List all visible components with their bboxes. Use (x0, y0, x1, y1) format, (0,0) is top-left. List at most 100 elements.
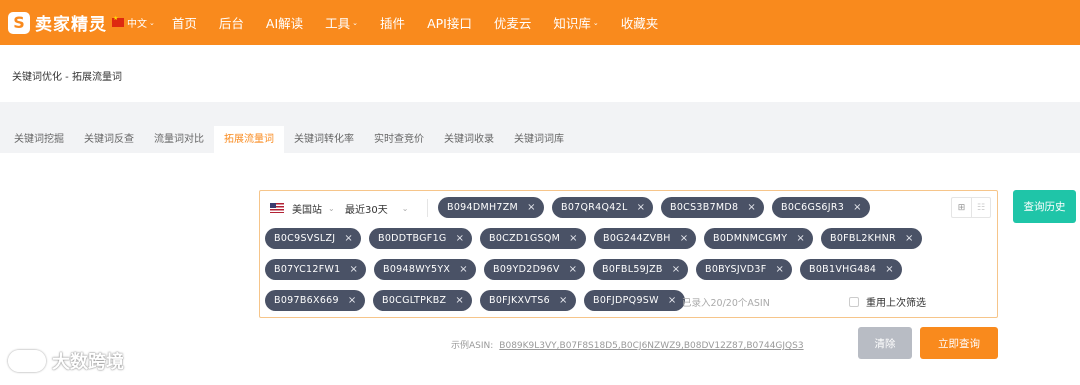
close-icon[interactable]: × (527, 202, 536, 213)
nav-item-ai[interactable]: AI解读 (266, 13, 303, 32)
asin-tag-label: B0B1VHG484 (809, 264, 877, 275)
close-icon[interactable]: × (680, 233, 689, 244)
close-icon[interactable]: × (637, 202, 646, 213)
marketplace-select[interactable]: 美国站 ⌄ (270, 201, 345, 216)
nav-item-dashboard[interactable]: 后台 (219, 13, 244, 32)
asin-tag-label: B0CZD1GSQM (489, 233, 561, 244)
asin-tag[interactable]: B09YD2D96V × (484, 259, 586, 280)
breadcrumb: 关键词优化 - 拓展流量词 (12, 72, 122, 83)
close-icon[interactable]: × (559, 295, 568, 306)
chevron-down-icon: ⌄ (592, 18, 599, 27)
asin-tag-label: B0FJKXVTS6 (489, 295, 550, 306)
language-selector[interactable]: 中文 ⌄ (112, 15, 155, 30)
asin-tag-label: B0BYSJVD3F (705, 264, 767, 275)
query-history-button[interactable]: 查询历史 (1013, 190, 1076, 223)
asin-tag[interactable]: B0BYSJVD3F × (696, 259, 793, 280)
close-icon[interactable]: × (905, 233, 914, 244)
brand-name: 卖家精灵 (35, 15, 107, 35)
asin-tag[interactable]: B0FJDPQ9SW × (584, 290, 685, 311)
date-range-select[interactable]: 最近30天 ⌄ (345, 201, 427, 216)
close-icon[interactable]: × (776, 264, 785, 275)
asin-tag[interactable]: B0C6GS6JR3 × (772, 197, 870, 218)
tab-reverse-lookup[interactable]: 关键词反查 (74, 126, 144, 153)
close-icon[interactable]: × (459, 264, 468, 275)
asin-tag-label: B0FBL2KHNR (830, 233, 896, 244)
close-icon[interactable]: × (350, 264, 359, 275)
asin-tag-label: B07QR4Q42L (561, 202, 628, 213)
list-view-icon[interactable]: ☷ (971, 198, 990, 217)
asin-tag[interactable]: B0CGLTPKBZ × (373, 290, 473, 311)
watermark: 大数跨境 (8, 348, 124, 374)
close-icon[interactable]: × (456, 233, 465, 244)
nav-item-home[interactable]: 首页 (172, 13, 197, 32)
close-icon[interactable]: × (796, 233, 805, 244)
asin-tag[interactable]: B0FBL2KHNR × (821, 228, 922, 249)
asin-tag[interactable]: B07QR4Q42L × (552, 197, 654, 218)
nav-item-api[interactable]: API接口 (427, 13, 472, 32)
nav-item-tools[interactable]: 工具 ⌄ (325, 13, 358, 32)
tab-keyword-mining[interactable]: 关键词挖掘 (0, 126, 74, 153)
tab-traffic-compare[interactable]: 流量词对比 (144, 126, 214, 153)
nav-item-youmaiyun[interactable]: 优麦云 (494, 13, 532, 32)
tab-expand-traffic[interactable]: 拓展流量词 (214, 126, 284, 153)
asin-tag[interactable]: B0CZD1GSQM × (480, 228, 586, 249)
close-icon[interactable]: × (569, 264, 578, 275)
close-icon[interactable]: × (885, 264, 894, 275)
asin-tag-label: B09YD2D96V (493, 264, 560, 275)
tab-realtime-bid[interactable]: 实时查竞价 (364, 126, 434, 153)
close-icon[interactable]: × (348, 295, 357, 306)
close-icon[interactable]: × (747, 202, 756, 213)
asin-tag-label: B07YC12FW1 (274, 264, 341, 275)
chevron-down-icon: ⌄ (328, 203, 335, 213)
asin-tag-label: B0G244ZVBH (603, 233, 671, 244)
asin-tag-label: B0DMNMCGMY (713, 233, 788, 244)
asin-tag[interactable]: B0B1VHG484 × (800, 259, 902, 280)
example-asin-link[interactable]: B089K9L3VY,B07F8S18D5,B0CJ6NZWZ9,B08DV12… (499, 341, 803, 351)
asin-tag[interactable]: B0CS3B7MD8 × (661, 197, 765, 218)
asin-tag-label: B0FBL59JZB (602, 264, 663, 275)
close-icon[interactable]: × (455, 295, 464, 306)
asin-tag[interactable]: B07YC12FW1 × (265, 259, 367, 280)
tab-keyword-library[interactable]: 关键词词库 (504, 126, 574, 153)
asin-tag[interactable]: B0FBL59JZB × (593, 259, 689, 280)
nav-item-favorites[interactable]: 收藏夹 (621, 13, 659, 32)
close-icon[interactable]: × (668, 295, 677, 306)
asin-query-box: 美国站 ⌄ 最近30天 ⌄ B094DMH7ZM × B07QR4Q42L × B0CS… (259, 190, 998, 318)
submit-query-button[interactable]: 立即查询 (920, 327, 998, 359)
marketplace-value: 美国站 (292, 204, 322, 216)
asin-tag-label: B0C6GS6JR3 (781, 202, 845, 213)
example-label: 示例ASIN: (451, 341, 494, 351)
close-icon[interactable]: × (672, 264, 681, 275)
asin-tag[interactable]: B097B6X669 × (265, 290, 365, 311)
nav-item-knowledge[interactable]: 知识库 ⌄ (553, 13, 598, 32)
watermark-logo-icon (8, 350, 46, 372)
grid-view-icon[interactable]: ⊞ (952, 198, 971, 217)
us-flag-icon (270, 203, 284, 213)
reuse-filter-checkbox[interactable]: 重用上次筛选 (849, 294, 926, 309)
asin-tag[interactable]: B0DDTBGF1G × (369, 228, 473, 249)
query-options: 美国站 ⌄ 最近30天 ⌄ (270, 196, 434, 220)
asin-tag[interactable]: B0FJKXVTS6 × (480, 290, 576, 311)
asin-tag[interactable]: B0948WY5YX × (374, 259, 476, 280)
chevron-down-icon: ⌄ (401, 203, 409, 213)
asin-tag[interactable]: B0G244ZVBH × (594, 228, 697, 249)
clear-button[interactable]: 清除 (858, 327, 912, 359)
main-nav: 首页 后台 AI解读 工具 ⌄ 插件 API接口 优麦云 知识库 ⌄ 收藏夹 (161, 13, 669, 32)
tab-keyword-index[interactable]: 关键词收录 (434, 126, 504, 153)
tab-band (0, 102, 1080, 126)
tool-tabs: 关键词挖掘 关键词反查 流量词对比 拓展流量词 关键词转化率 实时查竞价 关键词… (0, 126, 1080, 153)
asin-tag-label: B097B6X669 (274, 295, 339, 306)
close-icon[interactable]: × (853, 202, 862, 213)
brand-logo[interactable]: S 卖家精灵 (8, 10, 108, 35)
nav-item-plugins[interactable]: 插件 (380, 13, 405, 32)
asin-tag[interactable]: B094DMH7ZM × (438, 197, 544, 218)
checkbox-icon (849, 296, 859, 307)
asin-tag[interactable]: B0DMNMCGMY × (704, 228, 814, 249)
asin-tag[interactable]: B0C9SVSLZJ × (265, 228, 362, 249)
chevron-down-icon: ⌄ (149, 18, 155, 27)
tab-conversion-rate[interactable]: 关键词转化率 (284, 126, 364, 153)
close-icon[interactable]: × (344, 233, 353, 244)
close-icon[interactable]: × (569, 233, 578, 244)
language-label: 中文 (127, 19, 147, 30)
top-nav-bar: S 卖家精灵 中文 ⌄ 首页 后台 AI解读 工具⌄ 插件 API接口 优麦云 … (0, 0, 1080, 45)
